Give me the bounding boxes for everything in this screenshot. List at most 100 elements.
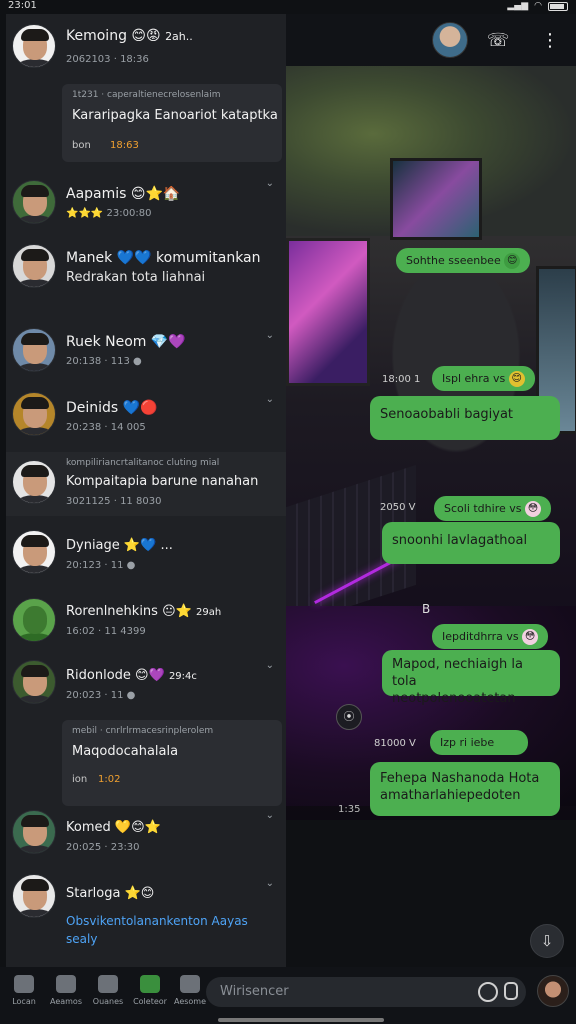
camera-icon[interactable] (478, 982, 498, 1002)
emoji-icon: 😊 (508, 371, 525, 387)
photo-timestamp: 1:35 (338, 804, 361, 815)
avatar (12, 328, 56, 372)
nav-games[interactable]: Aeamos (46, 975, 86, 1015)
game-icon (56, 975, 76, 993)
last-seen: 20:025 · 23:30 (66, 842, 140, 853)
contact-name: Manek 💙💙 komumitankan (66, 250, 261, 266)
message-text: Izp ri iebe (440, 736, 495, 749)
card-body: Maqodocahalala (72, 744, 179, 759)
last-seen: 2062103 · 18:36 (66, 54, 149, 65)
signal-icon: ▂▄▆ (507, 1, 529, 11)
message-preview-card[interactable]: 1t231 · caperaltienecrelosenlaim Kararip… (62, 84, 282, 162)
chevron-down-icon[interactable]: ⌄ (266, 394, 274, 405)
nav-label: Coleteor (133, 997, 167, 1006)
emoji-icon: ⭐😊 (124, 886, 155, 901)
my-avatar[interactable] (537, 975, 569, 1007)
message-bubble[interactable]: Izp ri iebe (430, 730, 528, 755)
avatar (12, 460, 56, 504)
chevron-down-icon[interactable]: ⌄ (266, 878, 274, 889)
scroll-down-button[interactable]: ⇩ (530, 924, 564, 958)
chevron-down-icon[interactable]: ⌄ (266, 810, 274, 821)
battery-icon (548, 1, 568, 11)
list-item[interactable]: Aapamis 😊⭐🏠 ⭐⭐⭐ 23:00:80 ⌄ (6, 174, 286, 234)
avatar (12, 874, 56, 918)
message-preview-line2: sealy (66, 932, 98, 946)
attach-icon[interactable] (504, 982, 518, 1000)
photo-icon[interactable]: ⦿ (336, 704, 362, 730)
people-icon (180, 975, 200, 993)
contact-name: Kompaitapia barune nanahan (66, 474, 259, 489)
status-bar: 23:01 ▂▄▆ ◠ (0, 0, 576, 14)
message-text: Sohthe sseenbee (406, 254, 501, 267)
contact-name: Deinids 💙🔴 (66, 400, 158, 416)
list-item[interactable]: Komed 💛😊⭐ 20:025 · 23:30 ⌄ (6, 806, 286, 870)
list-item[interactable]: Kemoing 😊😡 2ah.. 2062103 · 18:36 (6, 18, 286, 84)
list-item[interactable]: Starloga ⭐😊 Obsvikentolanankenton Aayas … (6, 874, 286, 954)
contact-name: Aapamis 😊⭐🏠 (66, 186, 181, 202)
status-icons: ▂▄▆ ◠ (507, 1, 568, 11)
message-bubble[interactable]: Senoaobabli bagiyat (370, 396, 560, 440)
avatar (12, 810, 56, 854)
chat-list: Kemoing 😊😡 2ah.. 2062103 · 18:36 1t231 ·… (6, 14, 286, 967)
chat-icon (98, 975, 118, 993)
list-item[interactable]: Ruek Neom 💎💜 20:138 · 113 ● ⌄ (6, 324, 286, 384)
message-composer[interactable]: Wirisencer (206, 977, 526, 1007)
emoji-icon: ⭐💙 (123, 538, 157, 553)
emoji-icon: 😊💜 (135, 668, 165, 683)
wifi-icon: ◠ (534, 1, 542, 11)
contact-name: Ruek Neom 💎💜 (66, 334, 186, 350)
card-footer: bon (72, 140, 91, 151)
nav-chats[interactable]: Ouanes (88, 975, 128, 1015)
message-bubble[interactable]: Iepditdhrra vs 😳 (432, 624, 549, 649)
chevron-down-icon[interactable]: ⌄ (266, 330, 274, 341)
list-item[interactable]: Manek 💙💙 komumitankan Redrakan tota liah… (6, 240, 286, 300)
message-bubble[interactable]: Ispl ehra vs 😊 (432, 366, 535, 391)
last-seen: 20:023 · 11 ● (66, 690, 136, 701)
message-meta: 2050 V (380, 502, 416, 513)
message-text: Senoaobabli bagiyat (380, 407, 514, 422)
emoji-icon: 😳 (524, 501, 541, 517)
avatar (12, 180, 56, 224)
message-preview-card[interactable]: mebil · cnrlrlrmacesrinplerolem Maqodoca… (62, 720, 282, 806)
avatar (12, 530, 56, 574)
contact-name: Kemoing 😊😡 2ah.. (66, 28, 193, 44)
last-seen: 20:138 · 113 ● (66, 356, 142, 367)
nav-label: Ouanes (92, 997, 124, 1006)
nav-people[interactable]: Aesome (170, 975, 210, 1015)
nav-label: Aesome (173, 997, 207, 1006)
nav-status[interactable]: Coleteor (130, 975, 170, 1015)
chevron-down-icon[interactable]: ⌄ (266, 660, 274, 671)
contact-avatar[interactable] (432, 22, 468, 58)
emoji-icon: 😊 (504, 253, 521, 269)
message-text-line2: amatharlahiepedoten (380, 788, 521, 803)
emoji-icon: 😊😡 (131, 28, 161, 44)
list-item[interactable]: Dyniage ⭐💙 ... 20:123 · 11 ● (6, 524, 286, 588)
list-item[interactable]: Deinids 💙🔴 20:238 · 14 005 ⌄ (6, 388, 286, 448)
chevron-down-icon[interactable]: ⌄ (266, 178, 274, 189)
message-bubble[interactable]: snoonhi lavlagathoal (382, 522, 560, 564)
card-body: Kararipagka Eanoariot kataptka (72, 108, 278, 123)
nav-label: Locan (12, 997, 36, 1006)
scene-label: B (422, 602, 431, 616)
emoji-icon: 💙💙 (116, 250, 152, 266)
last-seen: 3021125 · 11 8030 (66, 496, 162, 507)
message-bubble[interactable]: Sohthe sseenbee 😊 (396, 248, 531, 273)
message-bubble[interactable]: Fehepa Nashanoda Hota amatharlahiepedote… (370, 762, 560, 816)
status-time: 23:01 (8, 0, 37, 11)
contact-name: Rorenlnehkins 😐⭐ 29ah (66, 604, 222, 619)
more-options-icon[interactable]: ⋮ (536, 26, 564, 54)
message-bubble[interactable]: Scoli tdhire vs 😳 (434, 496, 551, 521)
message-meta: 18:00 1 (382, 374, 421, 385)
contact-name: Komed 💛😊⭐ (66, 820, 161, 835)
call-icon[interactable]: ☏ (484, 26, 512, 54)
status-icon (140, 975, 160, 993)
emoji-icon: 💛😊⭐ (114, 820, 161, 835)
list-item[interactable]: kompiliriancrtalitanoc cluting mial Komp… (6, 452, 286, 516)
emoji-icon: 💙🔴 (122, 400, 158, 416)
list-item[interactable]: Rorenlnehkins 😐⭐ 29ah 16:02 · 11 4399 (6, 594, 286, 658)
message-bubble[interactable]: Mapod, nechiaigh la tola neotpolenooatet… (382, 650, 560, 706)
nav-home[interactable]: Locan (4, 975, 44, 1015)
list-item[interactable]: Ridonlode 😊💜 29:4c 20:023 · 11 ● ⌄ (6, 658, 286, 718)
message-text: snoonhi lavlagathoal (392, 533, 528, 548)
message-text: Mapod, nechiaigh la tola (392, 657, 523, 689)
